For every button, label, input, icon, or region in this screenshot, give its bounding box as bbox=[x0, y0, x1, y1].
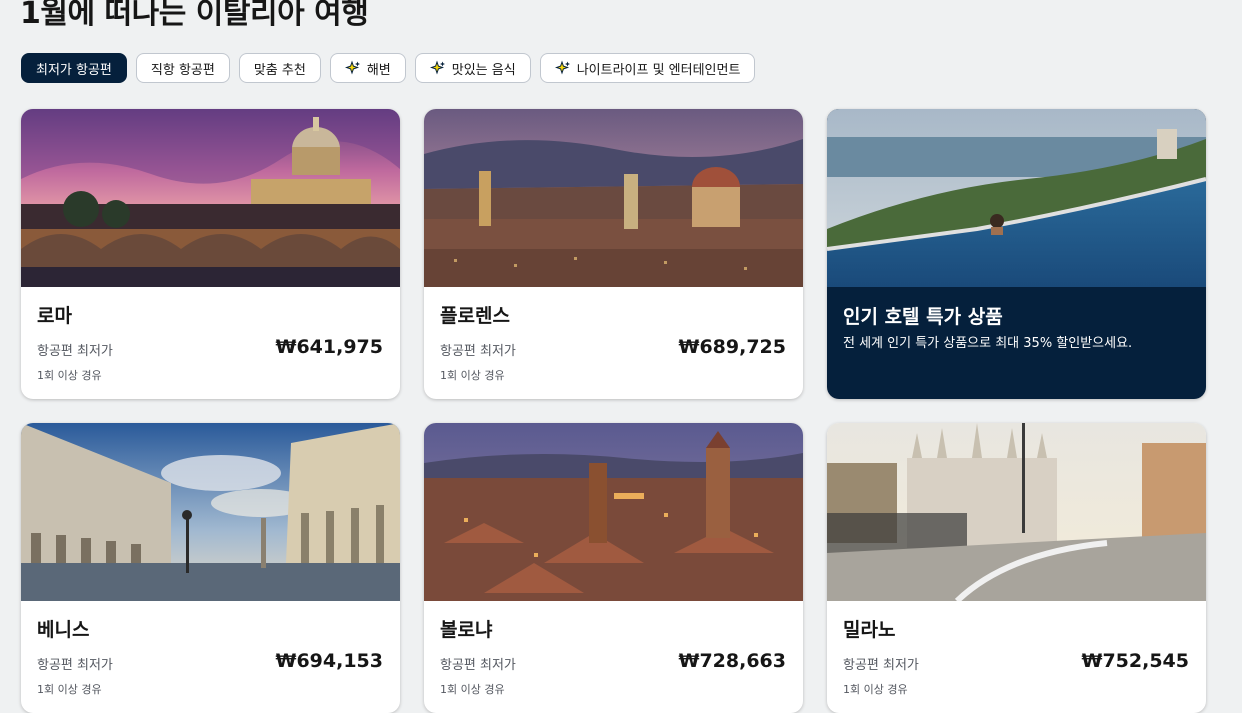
destination-card-milan[interactable]: 밀라노 항공편 최저가 ₩752,545 1회 이상 경유 bbox=[827, 423, 1206, 713]
price-label: 항공편 최저가 bbox=[440, 344, 516, 359]
destination-image bbox=[424, 423, 803, 601]
price: ₩641,975 bbox=[275, 336, 384, 358]
chip-direct-flights[interactable]: 직항 항공편 bbox=[135, 53, 230, 83]
chip-label: 나이트라이프 및 엔터테인먼트 bbox=[576, 62, 741, 78]
destination-card-florence[interactable]: 플로렌스 항공편 최저가 ₩689,725 1회 이상 경유 bbox=[424, 109, 803, 399]
chip-label: 맛있는 음식 bbox=[451, 62, 516, 78]
city-name: 베니스 bbox=[37, 619, 90, 641]
hotel-deals-promo-card[interactable]: 인기 호텔 특가 상품 전 세계 인기 특가 상품으로 최대 35% 할인받으세… bbox=[827, 109, 1206, 399]
chip-label: 직항 항공편 bbox=[150, 62, 215, 78]
city-name: 플로렌스 bbox=[440, 305, 510, 327]
price-label: 항공편 최저가 bbox=[843, 658, 919, 673]
promo-description: 전 세계 인기 특가 상품으로 최대 35% 할인받으세요. bbox=[843, 336, 1133, 351]
stops-info: 1회 이상 경유 bbox=[843, 683, 908, 696]
stops-info: 1회 이상 경유 bbox=[37, 683, 102, 696]
stops-info: 1회 이상 경유 bbox=[440, 369, 505, 382]
chip-good-food[interactable]: 맛있는 음식 bbox=[414, 53, 531, 83]
destination-card-bologna[interactable]: 볼로냐 항공편 최저가 ₩728,663 1회 이상 경유 bbox=[424, 423, 803, 713]
city-name: 볼로냐 bbox=[440, 619, 493, 641]
city-name: 밀라노 bbox=[843, 619, 896, 641]
destination-image bbox=[21, 109, 400, 287]
price: ₩694,153 bbox=[275, 650, 384, 672]
destination-image bbox=[827, 423, 1206, 601]
chip-cheapest-flights[interactable]: 최저가 항공편 bbox=[21, 53, 127, 83]
price: ₩689,725 bbox=[678, 336, 787, 358]
chip-label: 해변 bbox=[366, 62, 391, 78]
chip-label: 맞춤 추천 bbox=[253, 62, 306, 78]
city-name: 로마 bbox=[37, 305, 72, 327]
chip-nightlife[interactable]: 나이트라이프 및 엔터테인먼트 bbox=[539, 53, 756, 83]
destination-card-rome[interactable]: 로마 항공편 최저가 ₩641,975 1회 이상 경유 bbox=[21, 109, 400, 399]
sparkle-icon bbox=[344, 60, 360, 75]
stops-info: 1회 이상 경유 bbox=[37, 369, 102, 382]
price-label: 항공편 최저가 bbox=[37, 658, 113, 673]
destination-image bbox=[424, 109, 803, 287]
chip-beach[interactable]: 해변 bbox=[329, 53, 406, 83]
price-label: 항공편 최저가 bbox=[440, 658, 516, 673]
price-label: 항공편 최저가 bbox=[37, 344, 113, 359]
promo-image bbox=[827, 109, 1206, 287]
page-title: 1월에 떠나는 이탈리아 여행 bbox=[20, 0, 369, 31]
chip-label: 최저가 항공편 bbox=[36, 62, 112, 78]
destination-image bbox=[21, 423, 400, 601]
promo-title: 인기 호텔 특가 상품 bbox=[843, 306, 1003, 328]
destination-card-venice[interactable]: 베니스 항공편 최저가 ₩694,153 1회 이상 경유 bbox=[21, 423, 400, 713]
stops-info: 1회 이상 경유 bbox=[440, 683, 505, 696]
price: ₩752,545 bbox=[1081, 650, 1190, 672]
price: ₩728,663 bbox=[678, 650, 787, 672]
sparkle-icon bbox=[554, 60, 570, 75]
filter-chips: 최저가 항공편 직항 항공편 맞춤 추천 해변 맛있는 음식 나이트라이프 및 … bbox=[21, 53, 756, 83]
chip-personalized[interactable]: 맞춤 추천 bbox=[238, 53, 321, 83]
sparkle-icon bbox=[429, 60, 445, 75]
